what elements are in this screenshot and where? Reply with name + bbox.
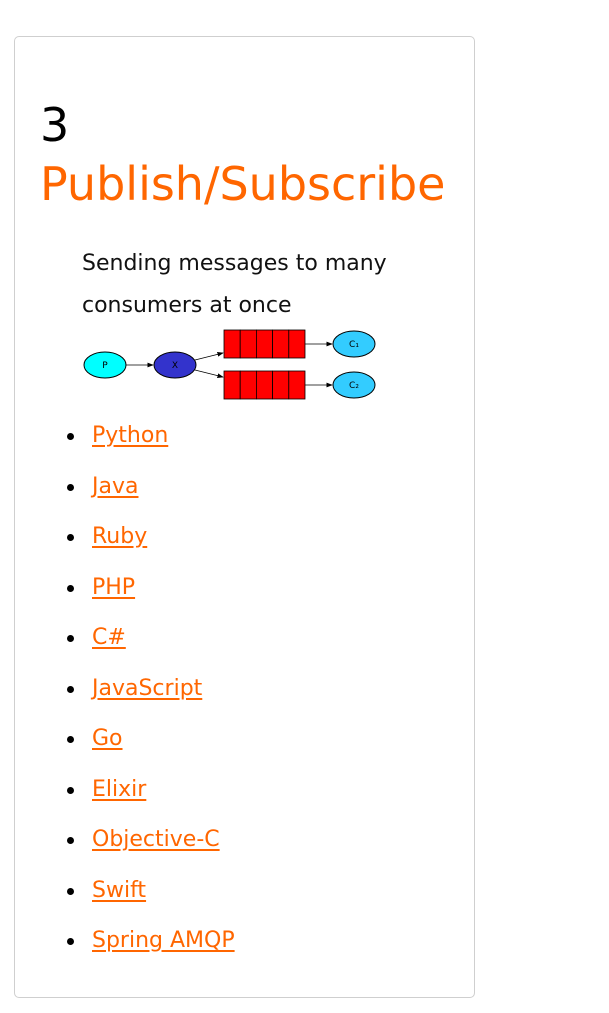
bullet-icon xyxy=(67,685,74,693)
queue-slot xyxy=(223,370,241,400)
language-link-elixir[interactable]: Elixir xyxy=(92,775,146,805)
queue-slot xyxy=(239,329,257,359)
queue-slot xyxy=(272,329,290,359)
language-link-swift[interactable]: Swift xyxy=(92,876,146,906)
queue-slot xyxy=(255,329,273,359)
exchange-to-queue2-arrow xyxy=(194,369,224,378)
consumer-1-label: C₁ xyxy=(349,340,359,350)
queue-slot xyxy=(288,329,306,359)
queue-1 xyxy=(223,329,306,359)
tutorial-description: Sending messages to many consumers at on… xyxy=(82,251,387,318)
queue-2 xyxy=(223,370,306,400)
producer-label: P xyxy=(102,361,108,371)
bullet-icon xyxy=(67,837,74,844)
bullet-icon xyxy=(67,736,74,743)
tutorial-number: 3 xyxy=(40,98,70,152)
bullet-icon xyxy=(67,635,74,642)
language-link-php[interactable]: PHP xyxy=(92,573,135,603)
exchange-to-queue1-arrow xyxy=(194,352,224,361)
queue-slot xyxy=(255,370,273,400)
bullet-icon xyxy=(67,483,74,491)
bullet-icon xyxy=(67,938,74,945)
language-link-javascript[interactable]: JavaScript xyxy=(92,674,202,704)
queue-slot xyxy=(223,329,241,359)
tutorial-title: Publish/Subscribe xyxy=(40,157,446,211)
language-link-c-[interactable]: C# xyxy=(92,623,126,653)
bullet-icon xyxy=(67,887,74,895)
queue-slot xyxy=(239,370,257,400)
language-link-python[interactable]: Python xyxy=(92,421,168,451)
pubsub-diagram: P X C₁ C₂ xyxy=(83,329,376,400)
exchange-label: X xyxy=(172,361,178,371)
bullet-icon xyxy=(67,786,74,794)
queue-slot xyxy=(272,370,290,400)
language-link-spring-amqp[interactable]: Spring AMQP xyxy=(92,926,235,956)
bullet-icon xyxy=(67,584,74,592)
language-link-java[interactable]: Java xyxy=(92,472,138,502)
consumer-2-label: C₂ xyxy=(349,381,359,391)
language-link-go[interactable]: Go xyxy=(92,724,123,754)
language-link-objective-c[interactable]: Objective-C xyxy=(92,825,220,855)
language-link-ruby[interactable]: Ruby xyxy=(92,522,147,552)
queue-slot xyxy=(288,370,306,400)
bullet-icon xyxy=(67,534,74,541)
bullet-icon xyxy=(67,433,74,440)
